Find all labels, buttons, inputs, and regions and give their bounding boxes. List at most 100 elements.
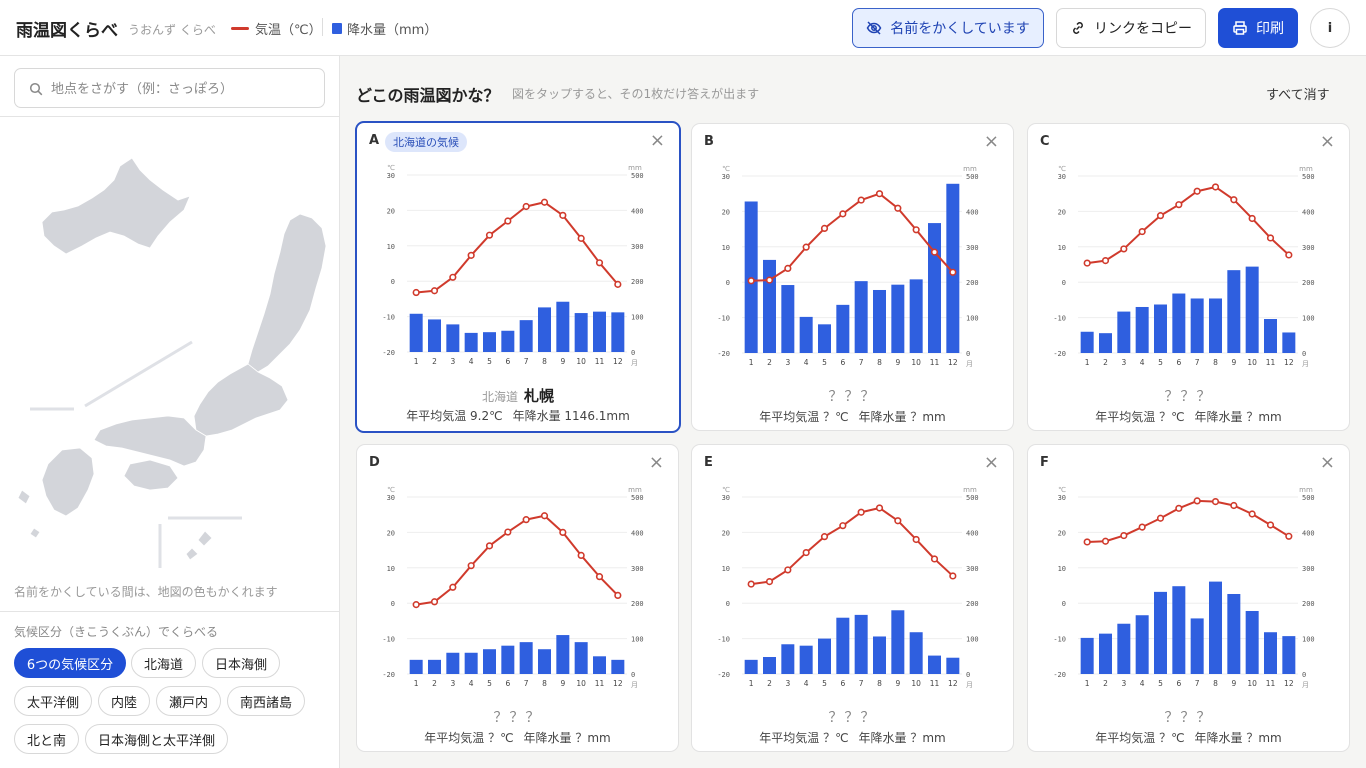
close-icon[interactable]: ×: [1320, 132, 1335, 152]
precip-tick-label: 0: [966, 350, 970, 358]
average-temperature: 年平均気温 ？℃: [1095, 410, 1185, 424]
chip-hokkaido[interactable]: 北海道: [131, 648, 196, 678]
temperature-point: [504, 217, 512, 225]
close-icon[interactable]: ×: [984, 132, 999, 152]
map-region-kinki-chugoku: [93, 415, 207, 467]
card-stats: 年平均気温 ？℃ 年降水量 ？mm: [1028, 729, 1349, 746]
average-temperature: 年平均気温 ？℃: [759, 410, 849, 424]
temp-tick-label: 30: [722, 173, 730, 181]
precipitation-bar: [1154, 591, 1167, 674]
hide-names-label: 名前をかくしています: [890, 21, 1030, 37]
month-tick-label: 3: [785, 679, 790, 688]
temp-tick-label: -10: [717, 636, 730, 644]
temperature-point: [1248, 510, 1256, 518]
climate-card-b[interactable]: B × 30 20 10 0 -10 -20 500 400 300 200 100 0 ℃ mm 1 2 3 4 5 6…: [691, 123, 1014, 431]
month-tick-label: 4: [469, 679, 474, 688]
legend-temperature: 気温（℃）: [231, 19, 322, 38]
temperature-point: [540, 512, 549, 520]
temperature-point: [412, 288, 420, 297]
precipitation-bar: [501, 645, 515, 674]
month-tick-label: 7: [859, 679, 864, 688]
climate-card-d[interactable]: D × 30 20 10 0 -10 -20 500 400 300 200 100 0 ℃ mm 1 2 3 4 5 6…: [356, 444, 679, 752]
month-tick-label: 12: [948, 358, 958, 367]
month-tick-label: 6: [505, 357, 510, 366]
card-stats: 年平均気温 ？℃ 年降水量 ？mm: [692, 408, 1013, 425]
precip-unit-label: mm: [1299, 486, 1313, 494]
precip-tick-label: 400: [966, 208, 979, 216]
hide-names-button[interactable]: 名前をかくしています: [852, 8, 1044, 48]
close-icon[interactable]: ×: [649, 453, 664, 473]
precipitation-bar: [909, 632, 923, 674]
card-stats: 年平均気温 ？℃ 年降水量 ？mm: [357, 729, 678, 746]
precipitation-bar: [483, 332, 496, 352]
temperature-point: [894, 517, 902, 525]
month-tick-label: 11: [595, 357, 605, 366]
temperature-point: [930, 555, 939, 563]
chip-six-climate-zones[interactable]: 6つの気候区分: [14, 648, 126, 678]
precipitation-bar: [799, 645, 813, 674]
chip-inland[interactable]: 内陸: [98, 686, 150, 716]
precip-tick-label: 400: [1302, 529, 1315, 537]
chip-north-and-south[interactable]: 北と南: [14, 724, 79, 754]
japan-map[interactable]: [0, 118, 340, 578]
close-icon[interactable]: ×: [1320, 453, 1335, 473]
search-box[interactable]: [14, 68, 325, 108]
temperature-point: [449, 273, 457, 281]
card-stats: 年平均気温 9.2℃ 年降水量 1146.1mm: [357, 407, 679, 424]
card-letter: E: [704, 455, 713, 470]
month-tick-label: 12: [613, 357, 623, 366]
climate-card-c[interactable]: C × 30 20 10 0 -10 -20 500 400 300 200 100 0 ℃ mm 1 2 3 4 5 6…: [1027, 123, 1350, 431]
month-tick-label: 6: [840, 358, 845, 367]
card-stats: 年平均気温 ？℃ 年降水量 ？mm: [692, 729, 1013, 746]
precipitation-bar: [928, 655, 941, 674]
climate-card-e[interactable]: E × 30 20 10 0 -10 -20 500 400 300 200 100 0 ℃ mm 1 2 3 4 5 6…: [691, 444, 1014, 752]
chip-sea-of-japan-side[interactable]: 日本海側: [202, 648, 280, 678]
precipitation-bar: [538, 307, 551, 352]
month-tick-label: 3: [450, 357, 455, 366]
temperature-point: [595, 573, 604, 581]
chip-nansei-islands[interactable]: 南西諸島: [227, 686, 305, 716]
month-tick-label: 10: [1247, 358, 1257, 367]
search-input[interactable]: [51, 77, 311, 101]
close-icon[interactable]: ×: [650, 131, 665, 151]
copy-link-button[interactable]: リンクをコピー: [1056, 8, 1206, 48]
temp-tick-label: 0: [1062, 600, 1066, 608]
close-icon[interactable]: ×: [984, 453, 999, 473]
legend-divider: [322, 18, 323, 36]
precipitation-bar: [836, 304, 850, 353]
precipitation-bar: [593, 656, 606, 674]
main-title: どこの雨温図かな？: [356, 86, 500, 105]
precip-tick-label: 400: [631, 529, 644, 537]
precipitation-bar: [1135, 615, 1149, 674]
month-tick-label: 2: [767, 358, 772, 367]
temperature-point: [522, 516, 530, 524]
precipitation-bar: [519, 642, 533, 674]
precipitation-bar: [744, 659, 758, 674]
month-tick-label: 2: [432, 679, 437, 688]
temperature-point: [504, 528, 512, 536]
precip-tick-label: 500: [966, 494, 979, 502]
temperature-point: [747, 580, 755, 588]
precip-tick-label: 200: [1302, 279, 1315, 287]
temperature-point: [1248, 214, 1256, 223]
temperature-point: [1211, 183, 1220, 191]
info-button[interactable]: i: [1310, 8, 1350, 48]
month-unit-label: 月: [1302, 360, 1309, 368]
temperature-point: [1175, 504, 1183, 512]
map-region-shikoku: [123, 459, 179, 491]
precipitation-bar: [464, 652, 478, 674]
precipitation-bar: [574, 313, 588, 352]
climate-card-f[interactable]: F × 30 20 10 0 -10 -20 500 400 300 200 100 0 ℃ mm 1 2 3 4 5 6…: [1027, 444, 1350, 752]
temperature-point: [430, 287, 439, 295]
precipitation-bar: [781, 644, 795, 674]
precipitation-bar: [409, 313, 423, 352]
chip-setouchi[interactable]: 瀬戸内: [156, 686, 221, 716]
chip-pacific-side[interactable]: 太平洋側: [14, 686, 92, 716]
temp-tick-label: 10: [387, 565, 395, 573]
temperature-point: [839, 522, 847, 530]
precipitation-bar: [781, 285, 795, 353]
clear-all-button[interactable]: すべて消す: [1266, 84, 1330, 103]
climate-card-a[interactable]: A 北海道の気候 × 30 20 10 0 -10 -20 500 400 300 200 100 0 ℃ mm…: [355, 121, 681, 433]
chip-sea-of-japan-and-pacific[interactable]: 日本海側と太平洋側: [85, 724, 228, 754]
print-button[interactable]: 印刷: [1218, 8, 1298, 48]
